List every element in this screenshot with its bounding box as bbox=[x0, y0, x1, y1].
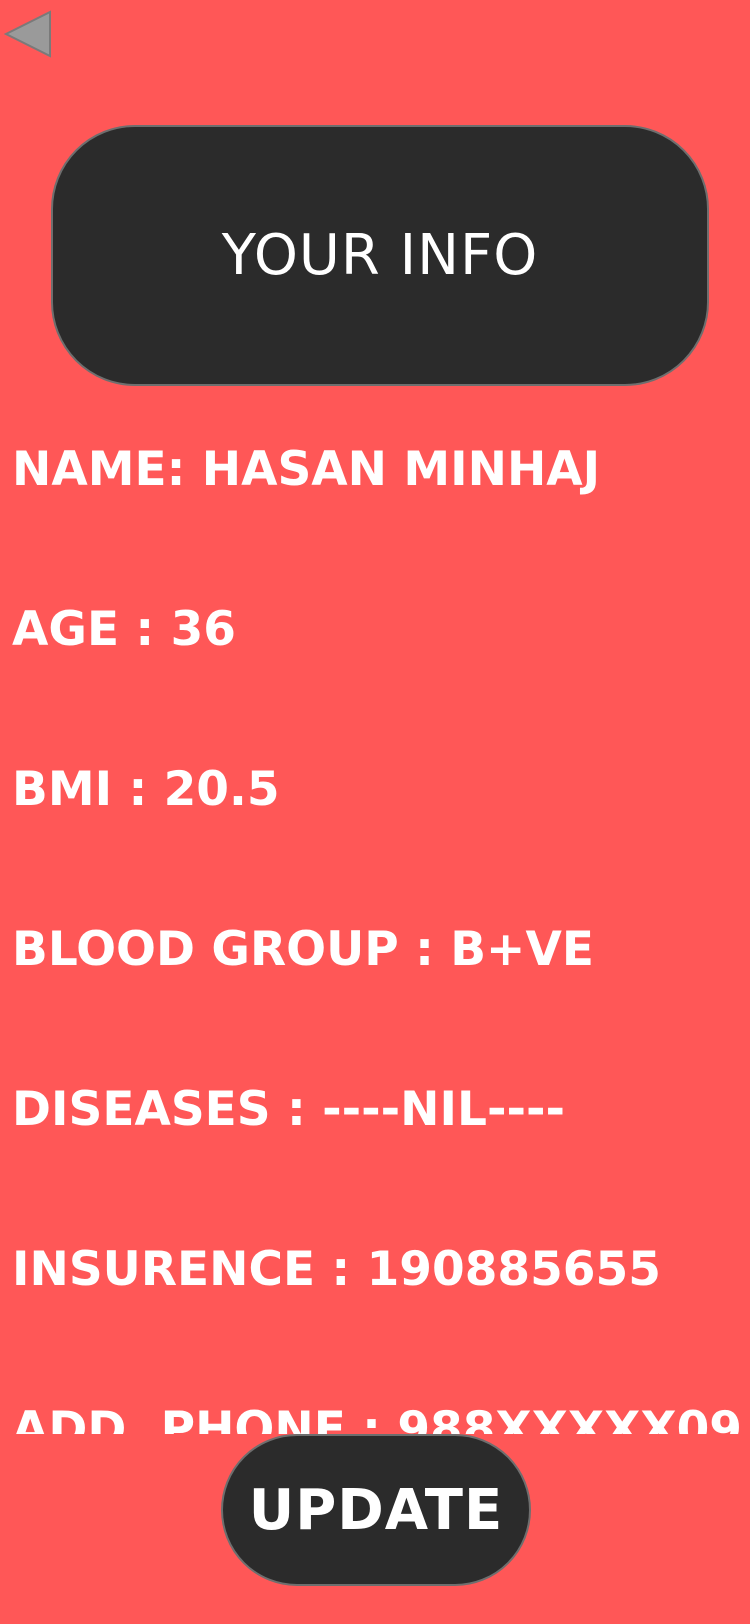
info-row-name: NAME: HASAN MINHAJ bbox=[12, 442, 601, 497]
update-button[interactable]: UPDATE bbox=[221, 1434, 531, 1586]
info-row-diseases: DISEASES : ----NIL---- bbox=[12, 1082, 565, 1137]
info-row-bmi: BMI : 20.5 bbox=[12, 762, 280, 817]
info-list: NAME: HASAN MINHAJ AGE : 36 BMI : 20.5 B… bbox=[12, 420, 742, 1434]
update-button-label: UPDATE bbox=[248, 1477, 504, 1543]
page-title: YOUR INFO bbox=[221, 223, 539, 288]
title-card: YOUR INFO bbox=[51, 125, 709, 386]
info-row-insurance: INSURENCE : 190885655 bbox=[12, 1242, 661, 1297]
back-triangle-icon bbox=[3, 10, 51, 58]
info-row-blood-group: BLOOD GROUP : B+VE bbox=[12, 922, 594, 977]
back-button[interactable] bbox=[3, 10, 52, 58]
info-row-age: AGE : 36 bbox=[12, 602, 236, 657]
info-row-phone: ADD. PHONE : 988XXXXX09 bbox=[12, 1402, 743, 1434]
info-scroll-area[interactable]: NAME: HASAN MINHAJ AGE : 36 BMI : 20.5 B… bbox=[0, 420, 750, 1434]
